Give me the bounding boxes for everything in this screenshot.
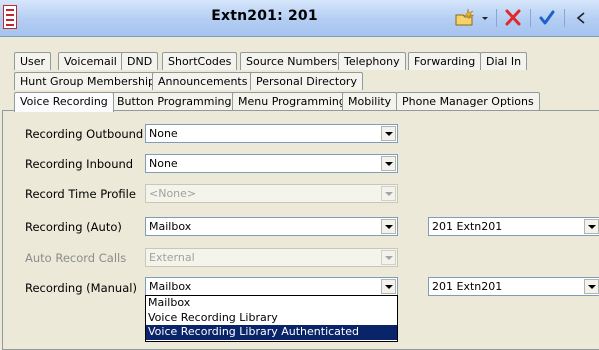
chevron-down-icon [381, 186, 396, 201]
recording-outbound-label: Recording Outbound [25, 127, 144, 141]
recording-outbound-value: None [149, 127, 178, 140]
recording-auto-target-select[interactable]: 201 Extn201 [428, 217, 599, 236]
tab-voice-recording[interactable]: Voice Recording [14, 92, 114, 112]
tab-personal-directory[interactable]: Personal Directory [250, 72, 363, 90]
auto-record-calls-select: External [145, 248, 398, 267]
record-time-profile-value: <None> [149, 187, 197, 200]
recording-manual-target-select[interactable]: 201 Extn201 [428, 277, 599, 296]
recording-manual-value: Mailbox [149, 280, 192, 293]
tab-dnd[interactable]: DND [121, 52, 159, 70]
chevron-down-icon [381, 250, 396, 265]
new-dropdown-arrow-icon[interactable] [480, 7, 490, 29]
chevron-down-icon[interactable] [381, 126, 396, 141]
tab-button-programming[interactable]: Button Programming [111, 92, 238, 110]
close-icon[interactable] [503, 7, 523, 29]
tab-telephony[interactable]: Telephony [338, 52, 406, 70]
chevron-down-icon[interactable] [381, 279, 396, 294]
tab-voicemail[interactable]: Voicemail [58, 52, 123, 70]
tab-dial-in[interactable]: Dial In [480, 52, 528, 70]
tab-mobility[interactable]: Mobility [342, 92, 398, 110]
chevron-down-icon[interactable] [381, 156, 396, 171]
recording-inbound-label: Recording Inbound [25, 157, 134, 171]
chevron-down-icon[interactable] [381, 219, 396, 234]
title-bar: Extn201: 201 [0, 0, 599, 37]
tab-menu-programming[interactable]: Menu Programming [232, 92, 352, 110]
recording-manual-target-value: 201 Extn201 [432, 280, 503, 293]
back-arrow-icon[interactable] [572, 7, 592, 29]
ok-check-icon[interactable] [537, 7, 557, 29]
recording-auto-value: Mailbox [149, 220, 192, 233]
tab-hunt-group-membership[interactable]: Hunt Group Membership [14, 72, 161, 90]
recording-manual-label: Recording (Manual) [25, 281, 137, 295]
record-time-profile-select: <None> [145, 184, 398, 203]
tab-announcements[interactable]: Announcements [152, 72, 254, 90]
tab-shortcodes[interactable]: ShortCodes [162, 52, 238, 70]
new-icon[interactable] [452, 7, 478, 29]
chevron-down-icon[interactable] [584, 279, 599, 294]
tab-user[interactable]: User [14, 52, 52, 70]
chevron-down-icon[interactable] [584, 219, 599, 234]
recording-manual-dropdown-list[interactable]: Mailbox Voice Recording Library Voice Re… [145, 295, 398, 342]
recording-auto-select[interactable]: Mailbox [145, 217, 398, 236]
recording-auto-target-value: 201 Extn201 [432, 220, 503, 233]
tab-phone-manager-options[interactable]: Phone Manager Options [396, 92, 540, 110]
tab-forwarding[interactable]: Forwarding [408, 52, 482, 70]
recording-manual-select[interactable]: Mailbox [145, 277, 398, 296]
auto-record-calls-label: Auto Record Calls [25, 251, 127, 265]
dropdown-option-voice-recording-library-authenticated[interactable]: Voice Recording Library Authenticated [146, 325, 397, 340]
tab-source-numbers[interactable]: Source Numbers [240, 52, 344, 70]
record-time-profile-label: Record Time Profile [25, 187, 136, 201]
dropdown-option-voice-recording-library[interactable]: Voice Recording Library [146, 311, 397, 326]
recording-outbound-select[interactable]: None [145, 124, 398, 143]
recording-inbound-value: None [149, 157, 178, 170]
auto-record-calls-value: External [149, 251, 195, 264]
dropdown-option-mailbox[interactable]: Mailbox [146, 296, 397, 311]
recording-inbound-select[interactable]: None [145, 154, 398, 173]
recording-auto-label: Recording (Auto) [25, 220, 122, 234]
